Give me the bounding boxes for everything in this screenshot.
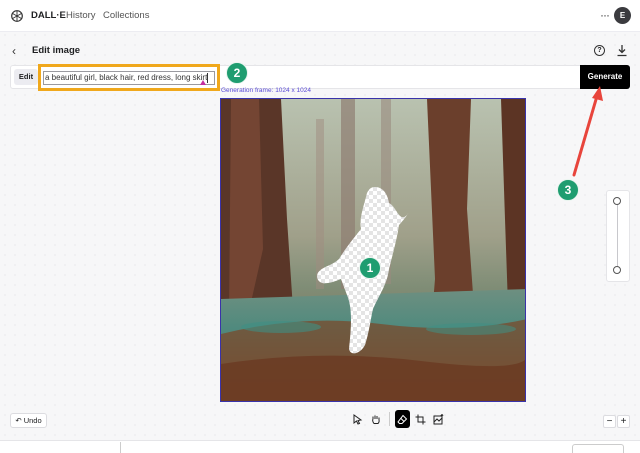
question-circle-icon[interactable]: ?: [594, 45, 605, 56]
ellipsis-icon[interactable]: ···: [600, 8, 610, 22]
bottom-panel: [0, 440, 640, 453]
brand-name[interactable]: DALL·E: [31, 10, 66, 21]
zoom-in-button[interactable]: +: [617, 415, 630, 428]
generation-frame-label: Generation frame: 1024 x 1024: [221, 87, 311, 94]
chevron-left-icon[interactable]: ‹: [12, 44, 16, 58]
undo-button[interactable]: ↶ Undo: [10, 413, 47, 428]
page-title: Edit image: [32, 45, 81, 56]
openai-logo-icon[interactable]: [10, 9, 24, 23]
annotation-badge-3: 3: [557, 179, 579, 201]
hand-tool-icon[interactable]: [368, 410, 384, 428]
edit-mode-tag: Edit: [14, 69, 38, 85]
annotation-badge-2: 2: [226, 62, 248, 84]
avatar[interactable]: E: [614, 7, 631, 24]
zoom-slider-track[interactable]: [617, 204, 618, 269]
nav-collections[interactable]: Collections: [103, 10, 149, 21]
select-tool-icon[interactable]: [350, 410, 366, 428]
nav-history[interactable]: History: [66, 10, 96, 21]
bottom-divider: [120, 442, 121, 453]
top-bar: DALL·E History Collections ··· E: [0, 0, 640, 32]
annotation-badge-1: 1: [359, 257, 381, 279]
canvas-toolbar: [350, 410, 446, 430]
zoom-out-button[interactable]: −: [603, 415, 616, 428]
generate-button[interactable]: Generate: [580, 65, 630, 89]
forest-image: [221, 99, 525, 401]
input-caret-marker: [200, 80, 206, 85]
bottom-panel-button[interactable]: [572, 444, 624, 453]
undo-label: Undo: [23, 416, 42, 425]
upload-image-icon[interactable]: [430, 410, 446, 428]
image-canvas[interactable]: [220, 98, 526, 402]
prompt-input[interactable]: a beautiful girl, black hair, red dress,…: [43, 71, 215, 85]
text-cursor: [207, 72, 209, 83]
zoom-slider-knob[interactable]: [613, 197, 621, 205]
eraser-tool-icon[interactable]: [394, 410, 411, 428]
prompt-text: a beautiful girl, black hair, red dress,…: [45, 73, 208, 82]
toolbar-divider: [388, 412, 390, 426]
download-icon[interactable]: [616, 44, 628, 57]
zoom-slider-min-knob[interactable]: [613, 266, 621, 274]
crop-frame-icon[interactable]: [412, 410, 428, 428]
